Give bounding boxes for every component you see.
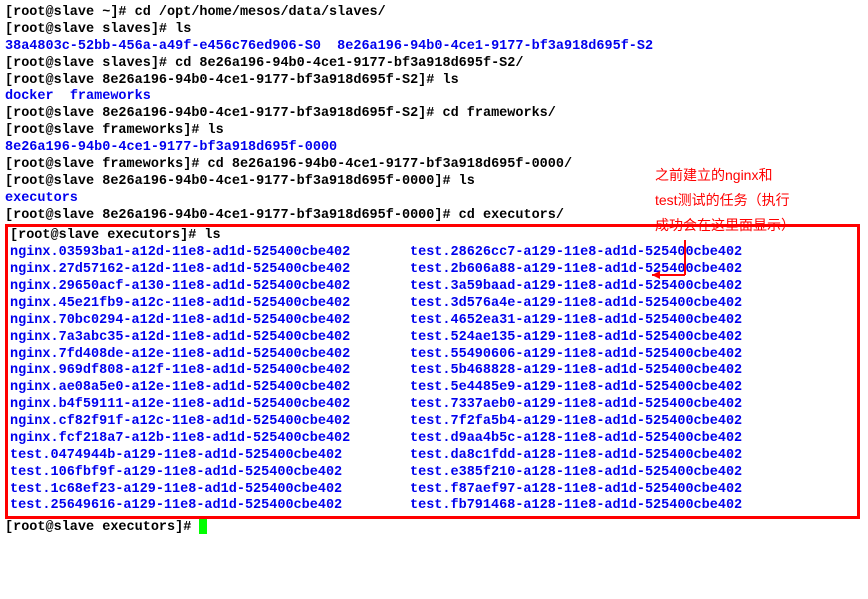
file-name: nginx.27d57162-a12d-11e8-ad1d-525400cbe4… <box>10 262 410 279</box>
terminal-line: [root@slave frameworks]# ls <box>5 123 863 140</box>
terminal-line: [root@slave ~]# cd /opt/home/mesos/data/… <box>5 5 863 22</box>
file-name: test.5b468828-a129-11e8-ad1d-525400cbe40… <box>410 363 742 380</box>
dir-name: 8e26a196-94b0-4ce1-9177-bf3a918d695f-000… <box>5 140 863 157</box>
file-name: test.28626cc7-a129-11e8-ad1d-525400cbe40… <box>410 245 742 262</box>
file-name: nginx.03593ba1-a12d-11e8-ad1d-525400cbe4… <box>10 245 410 262</box>
file-name: test.3d576a4e-a129-11e8-ad1d-525400cbe40… <box>410 296 742 313</box>
file-name: test.d9aa4b5c-a128-11e8-ad1d-525400cbe40… <box>410 431 742 448</box>
file-name: test.7f2fa5b4-a129-11e8-ad1d-525400cbe40… <box>410 414 742 431</box>
annotation-text: 之前建立的nginx和 test测试的任务（执行 成功会在这里面显示） <box>655 163 795 239</box>
dir-name: docker <box>5 89 54 104</box>
file-name: nginx.cf82f91f-a12c-11e8-ad1d-525400cbe4… <box>10 414 410 431</box>
file-name: nginx.969df808-a12f-11e8-ad1d-525400cbe4… <box>10 363 410 380</box>
file-name: test.106fbf9f-a129-11e8-ad1d-525400cbe40… <box>10 465 410 482</box>
terminal-line: [root@slave slaves]# cd 8e26a196-94b0-4c… <box>5 56 863 73</box>
file-name: test.524ae135-a129-11e8-ad1d-525400cbe40… <box>410 330 742 347</box>
file-name: nginx.b4f59111-a12e-11e8-ad1d-525400cbe4… <box>10 397 410 414</box>
file-name: nginx.ae08a5e0-a12e-11e8-ad1d-525400cbe4… <box>10 380 410 397</box>
terminal-line: docker frameworks <box>5 89 863 106</box>
file-name: test.fb791468-a128-11e8-ad1d-525400cbe40… <box>410 498 742 515</box>
dir-name: frameworks <box>70 89 151 104</box>
file-name: test.5e4485e9-a129-11e8-ad1d-525400cbe40… <box>410 380 742 397</box>
dir-name: 38a4803c-52bb-456a-a49f-e456c76ed906-S0 <box>5 39 321 54</box>
file-name: nginx.45e21fb9-a12c-11e8-ad1d-525400cbe4… <box>10 296 410 313</box>
terminal-line: [root@slave 8e26a196-94b0-4ce1-9177-bf3a… <box>5 73 863 90</box>
file-name: nginx.7fd408de-a12e-11e8-ad1d-525400cbe4… <box>10 347 410 364</box>
file-name: test.da8c1fdd-a128-11e8-ad1d-525400cbe40… <box>410 448 742 465</box>
file-name: nginx.29650acf-a130-11e8-ad1d-525400cbe4… <box>10 279 410 296</box>
terminal-prompt[interactable]: [root@slave executors]# <box>5 519 863 537</box>
file-name: test.4652ea31-a129-11e8-ad1d-525400cbe40… <box>410 313 742 330</box>
terminal-line: [root@slave slaves]# ls <box>5 22 863 39</box>
highlight-box: [root@slave executors]# ls nginx.03593ba… <box>5 224 860 519</box>
dir-name: 8e26a196-94b0-4ce1-9177-bf3a918d695f-S2 <box>337 39 653 54</box>
annotation-arrow-icon <box>650 240 690 285</box>
file-name: test.1c68ef23-a129-11e8-ad1d-525400cbe40… <box>10 482 410 499</box>
file-name: test.3a59baad-a129-11e8-ad1d-525400cbe40… <box>410 279 742 296</box>
file-name: test.55490606-a129-11e8-ad1d-525400cbe40… <box>410 347 742 364</box>
file-name: nginx.70bc0294-a12d-11e8-ad1d-525400cbe4… <box>10 313 410 330</box>
file-name: nginx.7a3abc35-a12d-11e8-ad1d-525400cbe4… <box>10 330 410 347</box>
file-name: test.0474944b-a129-11e8-ad1d-525400cbe40… <box>10 448 410 465</box>
file-name: test.f87aef97-a128-11e8-ad1d-525400cbe40… <box>410 482 742 499</box>
file-name: test.2b606a88-a129-11e8-ad1d-525400cbe40… <box>410 262 742 279</box>
file-name: test.e385f210-a128-11e8-ad1d-525400cbe40… <box>410 465 742 482</box>
terminal-line: 38a4803c-52bb-456a-a49f-e456c76ed906-S0 … <box>5 39 863 56</box>
terminal-line: [root@slave 8e26a196-94b0-4ce1-9177-bf3a… <box>5 106 863 123</box>
prompt-text: [root@slave executors]# <box>5 520 199 535</box>
file-name: nginx.fcf218a7-a12b-11e8-ad1d-525400cbe4… <box>10 431 410 448</box>
file-name: test.25649616-a129-11e8-ad1d-525400cbe40… <box>10 498 410 515</box>
cursor <box>199 519 207 534</box>
file-name: test.7337aeb0-a129-11e8-ad1d-525400cbe40… <box>410 397 742 414</box>
